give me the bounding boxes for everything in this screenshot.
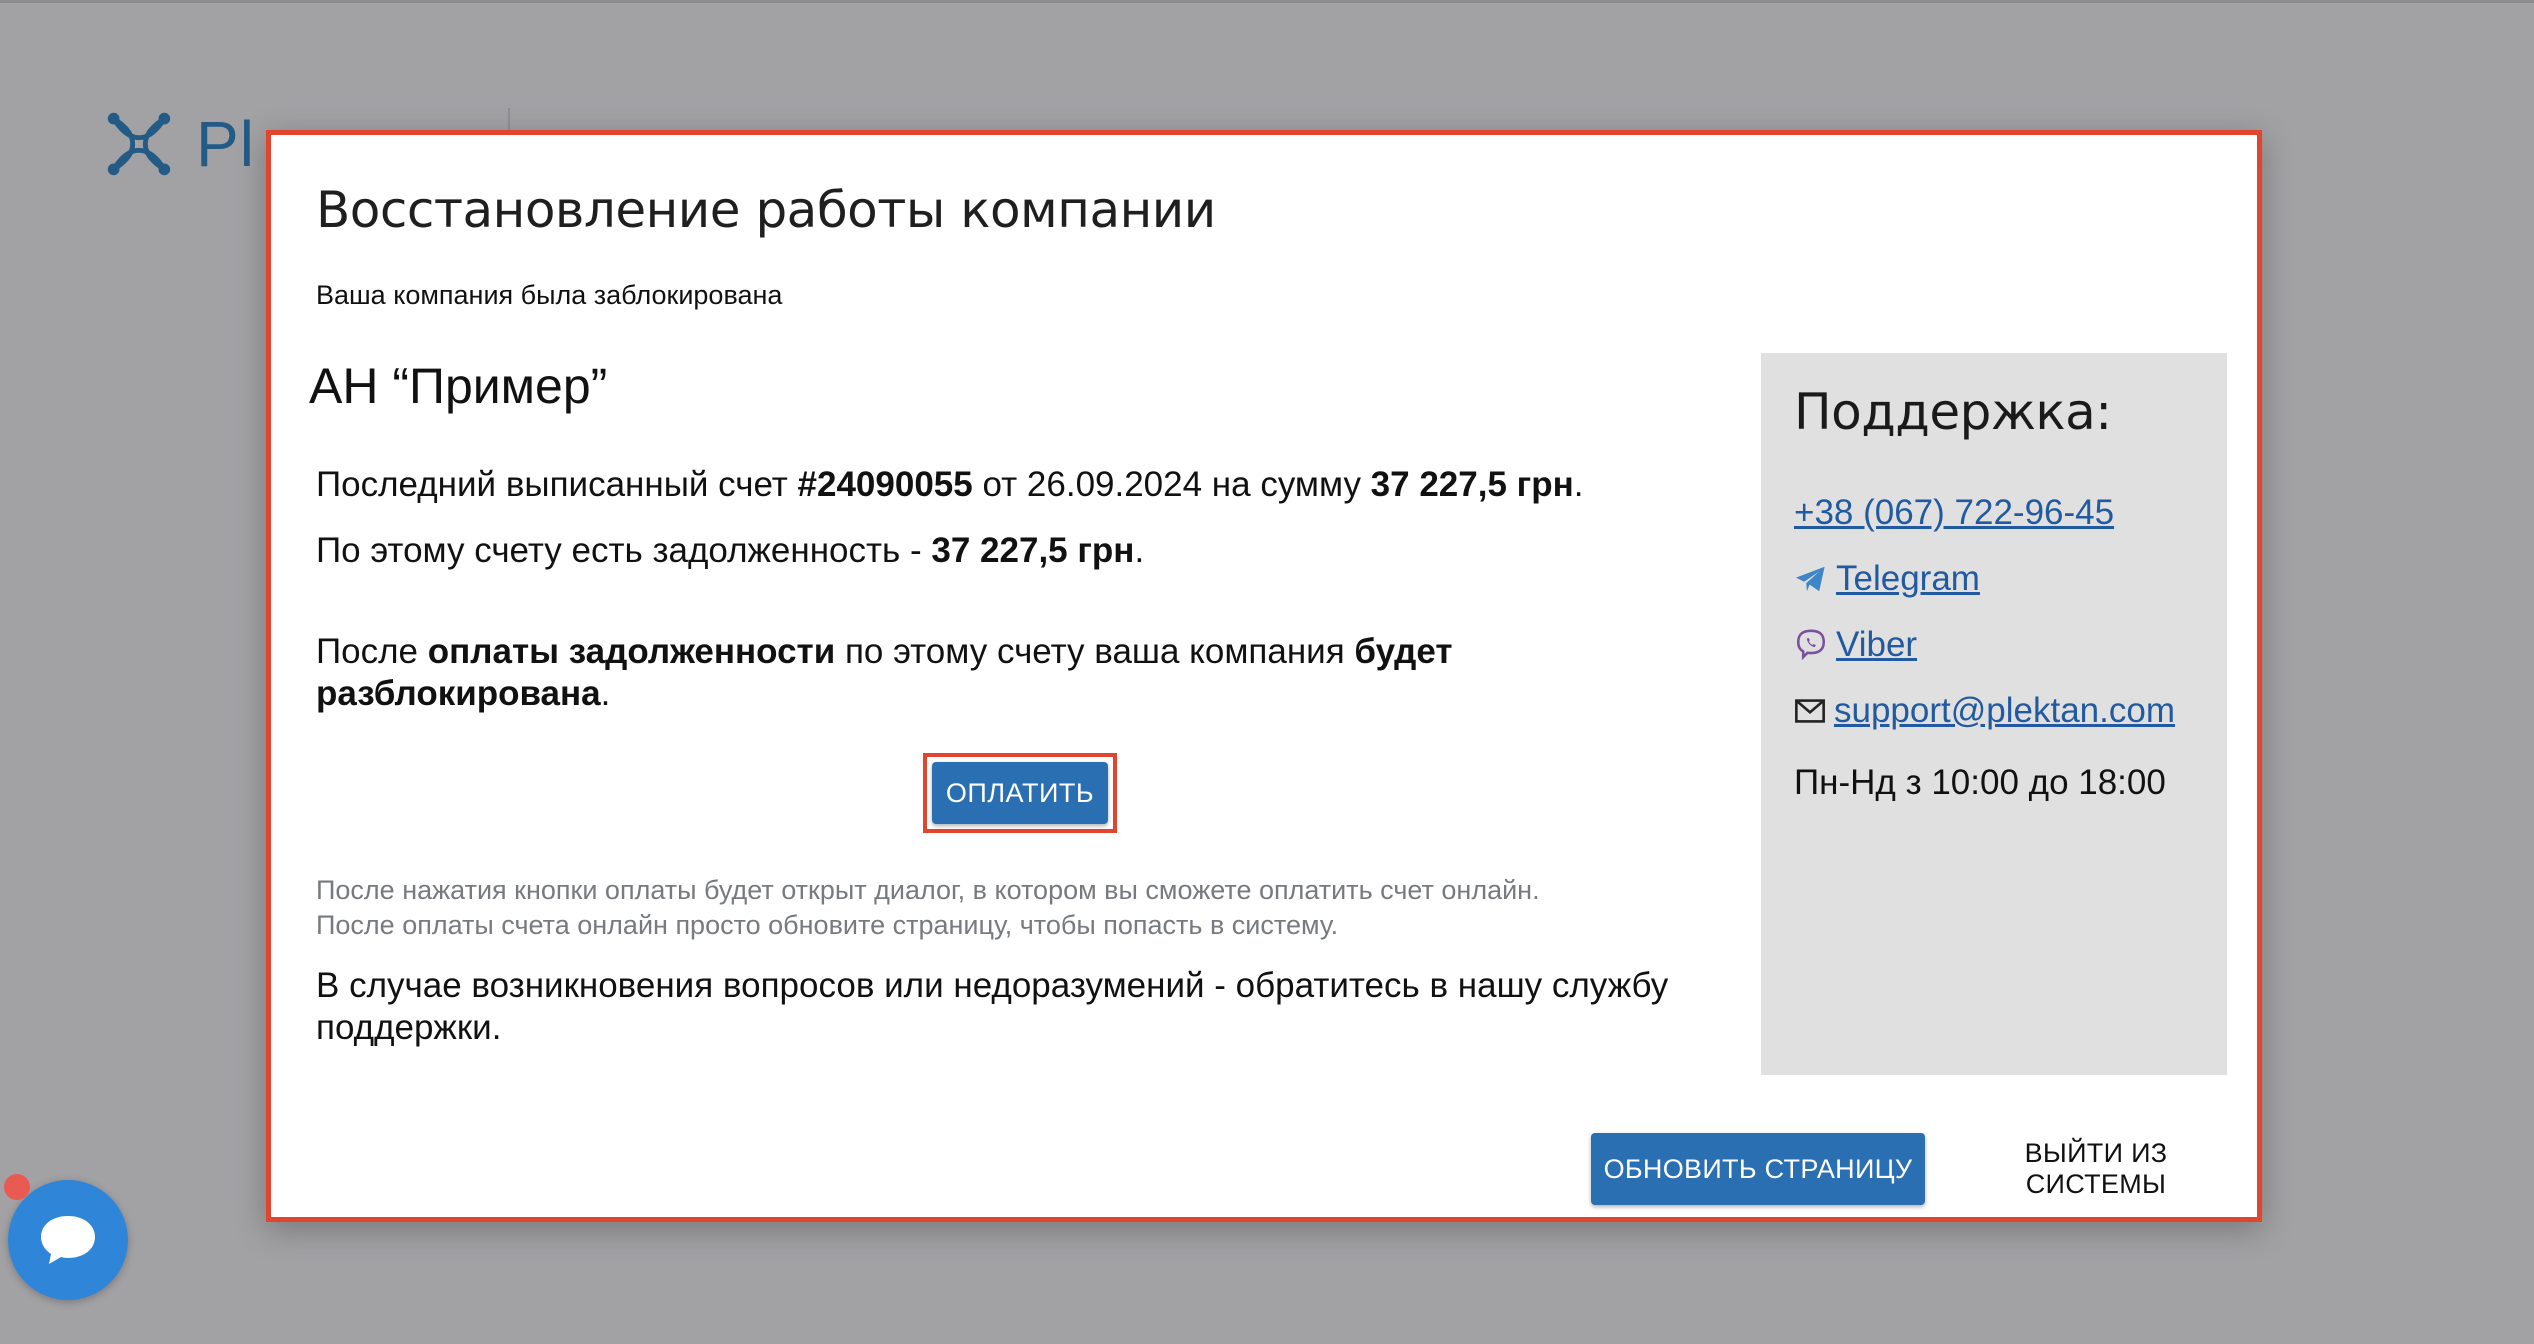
support-title: Поддержка: — [1794, 383, 2112, 441]
top-edge-line — [0, 0, 2534, 3]
hint-line-1: После нажатия кнопки оплаты будет открыт… — [316, 875, 1540, 905]
unlock-part3: . — [600, 674, 611, 713]
logo-text: Pl — [196, 108, 255, 180]
dialog-subtitle: Ваша компания была заблокирована — [316, 280, 783, 310]
debt-prefix: По этому счету есть задолженность - — [316, 531, 932, 570]
debt-amount: 37 227,5 грн — [931, 531, 1135, 570]
support-panel: Поддержка: +38 (067) 722-96-45 Telegram … — [1761, 353, 2227, 1075]
mail-icon — [1794, 698, 1826, 724]
invoice-number: #24090055 — [797, 465, 973, 504]
logo-icon — [107, 112, 171, 176]
unlock-bold1: оплаты задолженности — [427, 632, 836, 671]
dialog-title: Восстановление работы компании — [316, 181, 1216, 239]
support-email-row: support@plektan.com — [1794, 691, 2175, 731]
support-viber-row: Viber — [1794, 625, 1917, 665]
refresh-page-button[interactable]: ОБНОВИТЬ СТРАНИЦУ — [1591, 1133, 1925, 1205]
chat-widget-button[interactable] — [8, 1180, 128, 1300]
chat-notification-badge — [4, 1174, 30, 1200]
invoice-amount: 37 227,5 грн — [1370, 465, 1574, 504]
invoice-suffix: . — [1573, 465, 1584, 504]
debt-info: По этому счету есть задолженность - 37 2… — [316, 531, 1144, 571]
telegram-icon — [1794, 564, 1828, 594]
pay-button[interactable]: ОПЛАТИТЬ — [932, 762, 1108, 824]
hint-line-2: После оплаты счета онлайн просто обновит… — [316, 910, 1339, 940]
pay-button-highlight: ОПЛАТИТЬ — [923, 753, 1117, 833]
logout-button[interactable]: ВЫЙТИ ИЗ СИСТЕМЫ — [1951, 1133, 2241, 1205]
support-email-link[interactable]: support@plektan.com — [1834, 691, 2175, 731]
unlock-part2: по этому счету ваша компания — [835, 632, 1355, 671]
invoice-info: Последний выписанный счет #24090055 от 2… — [316, 465, 1583, 505]
support-phone-link[interactable]: +38 (067) 722-96-45 — [1794, 493, 2114, 533]
unlock-info: После оплаты задолженности по этому счет… — [316, 631, 1516, 715]
chat-bubble-icon — [41, 1216, 95, 1264]
support-telegram-row: Telegram — [1794, 559, 1980, 599]
company-name: АН “Пример” — [309, 358, 608, 414]
company-restore-dialog: Восстановление работы компании Ваша комп… — [266, 130, 2262, 1222]
unlock-part1: После — [316, 632, 428, 671]
support-phone-row: +38 (067) 722-96-45 — [1794, 493, 2114, 533]
invoice-date: от 26.09.2024 на сумму — [972, 465, 1371, 504]
debt-suffix: . — [1134, 531, 1145, 570]
viber-icon — [1794, 628, 1828, 662]
contact-support-note: В случае возникновения вопросов или недо… — [316, 966, 1669, 1047]
support-telegram-link[interactable]: Telegram — [1836, 559, 1980, 599]
support-hours: Пн-Нд з 10:00 до 18:00 — [1794, 763, 2166, 802]
app-logo: Pl — [100, 104, 255, 184]
support-viber-link[interactable]: Viber — [1836, 625, 1917, 665]
invoice-prefix: Последний выписанный счет — [316, 465, 798, 504]
payment-hint: После нажатия кнопки оплаты будет открыт… — [316, 873, 1540, 943]
